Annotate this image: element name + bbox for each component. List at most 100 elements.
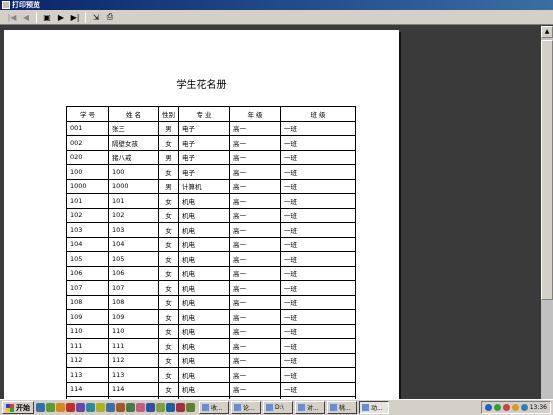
- class-cell: 一班: [280, 164, 356, 180]
- tray-icon[interactable]: [511, 404, 519, 411]
- class-cell: 一班: [280, 251, 356, 267]
- grade-cell: 高一: [229, 251, 281, 267]
- windows-flag-icon: [6, 403, 14, 412]
- class-cell: 一班: [280, 120, 356, 136]
- major-cell: 机电: [178, 222, 230, 238]
- next-page-icon[interactable]: ▶: [55, 12, 67, 23]
- name-cell: 隔壁女孩: [108, 135, 159, 151]
- grade-cell: 高一: [229, 207, 281, 223]
- quick-launch-icon[interactable]: [146, 403, 155, 412]
- quick-launch-icon[interactable]: [136, 403, 145, 412]
- sex-cell: 女: [158, 251, 179, 267]
- vertical-scrollbar[interactable]: ▲: [541, 26, 553, 399]
- quick-launch-icon[interactable]: [36, 403, 45, 412]
- name-cell: 1000: [108, 178, 159, 194]
- taskbar-button[interactable]: 动...: [359, 401, 389, 414]
- grade-cell: 高一: [229, 367, 281, 383]
- student-id-cell: 110: [66, 323, 109, 339]
- taskbar-button[interactable]: 收...: [199, 401, 229, 414]
- sex-cell: 男: [158, 149, 179, 165]
- table-row: 114 114 女机电 高一 一班: [66, 381, 356, 397]
- tray-icon[interactable]: [502, 404, 510, 411]
- quick-launch-icon[interactable]: [106, 403, 115, 412]
- sex-cell: 女: [158, 367, 179, 383]
- major-cell: 电子: [178, 135, 230, 151]
- quick-launch-icon[interactable]: [176, 403, 185, 412]
- quick-launch-icon[interactable]: [186, 403, 195, 412]
- tray-icon[interactable]: [493, 404, 501, 411]
- class-cell: 一班: [280, 381, 356, 397]
- scroll-up-icon[interactable]: ▲: [541, 26, 553, 38]
- table-row: 002 隔壁女孩女电子 高一 一班: [66, 135, 356, 151]
- quick-launch-icon[interactable]: [86, 403, 95, 412]
- print-icon[interactable]: ⎙: [104, 12, 116, 23]
- student-id-cell: 108: [66, 294, 109, 310]
- name-cell: 102: [108, 207, 159, 223]
- start-button[interactable]: 开始: [2, 401, 34, 414]
- first-page-icon[interactable]: |◀: [6, 12, 18, 23]
- window-icon: [202, 404, 209, 411]
- major-cell: 机电: [178, 338, 230, 354]
- table-row: 106 106 女机电 高一 一班: [66, 265, 356, 281]
- preview-viewport[interactable]: 学生花名册 学 号 姓 名 性别 专 业 年 级 班 级 001 张三男电子 高一一…: [0, 26, 553, 399]
- scroll-thumb[interactable]: [541, 40, 553, 300]
- quick-launch-icon[interactable]: [76, 403, 85, 412]
- table-row: 104 104 女机电 高一 一班: [66, 236, 356, 252]
- student-id-cell: 109: [66, 309, 109, 325]
- table-row: 107 107 女机电 高一 一班: [66, 280, 356, 296]
- name-cell: 107: [108, 280, 159, 296]
- quick-launch-icon[interactable]: [66, 403, 75, 412]
- grade-cell: 高一: [229, 309, 281, 325]
- sex-cell: 女: [158, 207, 179, 223]
- window-titlebar[interactable]: 打印预览: [0, 0, 553, 10]
- major-cell: 电子: [178, 120, 230, 136]
- sex-cell: 女: [158, 222, 179, 238]
- window-icon: [298, 404, 305, 411]
- sex-cell: 男: [158, 120, 179, 136]
- grade-cell: 高一: [229, 149, 281, 165]
- sex-cell: 男: [158, 178, 179, 194]
- goto-page-icon[interactable]: ⇲: [90, 12, 102, 23]
- taskbar-button[interactable]: D:\: [263, 401, 293, 414]
- name-cell: 张三: [108, 120, 159, 136]
- taskbar-button[interactable]: 论...: [231, 401, 261, 414]
- student-id-cell: 112: [66, 352, 109, 368]
- class-cell: 一班: [280, 149, 356, 165]
- quick-launch-icon[interactable]: [156, 403, 165, 412]
- class-cell: 一班: [280, 135, 356, 151]
- grade-cell: 高一: [229, 294, 281, 310]
- sex-cell: 女: [158, 352, 179, 368]
- taskbar-button[interactable]: 桃...: [327, 401, 357, 414]
- clock[interactable]: 13:36: [530, 404, 547, 411]
- quick-launch-icon[interactable]: [96, 403, 105, 412]
- taskbar-button[interactable]: 对...: [295, 401, 325, 414]
- quick-launch: [36, 403, 195, 412]
- major-cell: 机电: [178, 367, 230, 383]
- last-page-icon[interactable]: ▶|: [69, 12, 81, 23]
- tray-icon[interactable]: [520, 404, 528, 411]
- tray-icon[interactable]: [484, 404, 492, 411]
- quick-launch-icon[interactable]: [116, 403, 125, 412]
- student-id-cell: 002: [66, 135, 109, 151]
- window-title: 打印预览: [12, 1, 40, 9]
- sex-cell: 女: [158, 135, 179, 151]
- prev-page-icon[interactable]: ◀: [20, 12, 32, 23]
- major-cell: 机电: [178, 352, 230, 368]
- sex-cell: 女: [158, 193, 179, 209]
- multi-page-icon[interactable]: ▣: [41, 12, 53, 23]
- major-cell: 电子: [178, 164, 230, 180]
- sex-cell: 女: [158, 338, 179, 354]
- major-cell: 机电: [178, 265, 230, 281]
- student-id-cell: 104: [66, 236, 109, 252]
- quick-launch-icon[interactable]: [56, 403, 65, 412]
- quick-launch-icon[interactable]: [166, 403, 175, 412]
- column-header-major: 专 业: [178, 106, 230, 122]
- table-header-row: 学 号 姓 名 性别 专 业 年 级 班 级: [66, 106, 356, 122]
- grade-cell: 高一: [229, 280, 281, 296]
- document-title: 学生花名册: [176, 80, 227, 91]
- quick-launch-icon[interactable]: [126, 403, 135, 412]
- quick-launch-icon[interactable]: [46, 403, 55, 412]
- sex-cell: 女: [158, 265, 179, 281]
- taskbar-button-label: D:\: [275, 404, 284, 411]
- grade-cell: 高一: [229, 178, 281, 194]
